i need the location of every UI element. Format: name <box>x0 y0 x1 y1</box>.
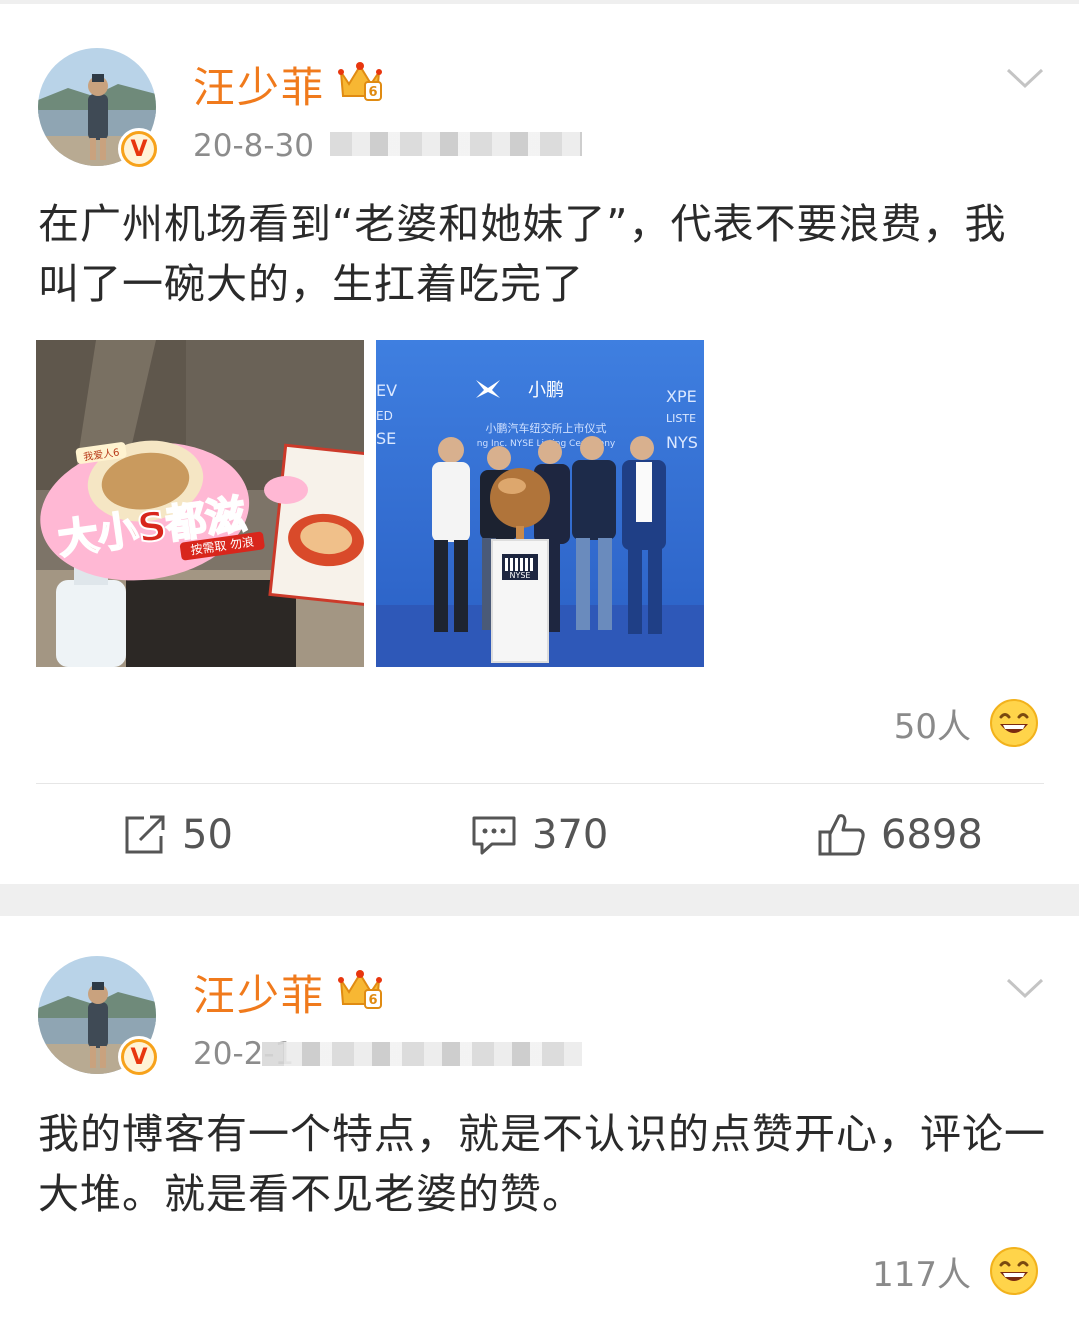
thumbs-up-icon <box>818 814 865 856</box>
edge-text-left-2: ED <box>376 409 393 423</box>
blurred-source-text <box>262 1042 582 1066</box>
laughing-emoji-icon <box>990 1247 1038 1295</box>
laughing-emoji-icon <box>990 699 1038 747</box>
comment-button[interactable]: 370 <box>470 812 608 858</box>
edge-text-right-3: NYS <box>666 433 698 452</box>
share-count: 50 <box>182 812 233 858</box>
comment-icon <box>472 816 516 855</box>
like-count: 6898 <box>881 812 983 858</box>
like-button[interactable]: 6898 <box>817 812 983 858</box>
reaction-summary[interactable]: 117人 <box>872 1246 1039 1296</box>
banner-line: 小鹏汽车纽交所上市仪式 <box>486 421 607 435</box>
comment-count: 370 <box>532 812 609 858</box>
verified-badge-icon: V <box>118 128 160 170</box>
post-text: 在广州机场看到“老婆和她妹了”，代表不要浪费，我叫了一碗大的，生扛着吃完了 <box>38 200 1007 308</box>
chevron-down-icon[interactable] <box>1005 976 1045 1002</box>
post-text: 我的博客有一个特点，就是不认识的点赞开心，评论一大堆。就是看不见老婆的赞。 <box>38 1110 1046 1218</box>
vip-crown-icon: 6 <box>338 970 382 1009</box>
edge-text-right-1: XPE <box>666 387 697 406</box>
share-icon <box>125 815 165 854</box>
edge-text-left-3: SE <box>376 429 396 448</box>
edge-text-right-2: LISTE <box>666 412 696 425</box>
post-image-nyse-ceremony[interactable]: 小鹏 小鹏汽车纽交所上市仪式 ng Inc. NYSE Listing Cere… <box>376 340 704 667</box>
blurred-source-text <box>330 132 582 156</box>
reaction-count: 117人 <box>872 1254 971 1295</box>
feed-separator <box>0 884 1079 916</box>
divider <box>36 783 1044 784</box>
reaction-count: 50人 <box>893 706 971 747</box>
post-card: V 汪少菲 6 20-2-1 我的博客有一个特点，就是不认识的点赞开心，评论一大… <box>0 916 1079 1321</box>
post-card: V 汪少菲 6 20-8-30 在广州机场看到“老婆和她妹了”，代表不要浪费，我… <box>0 0 1079 884</box>
crown-level: 6 <box>368 993 377 1008</box>
post-image-noodle-sign[interactable]: 我爱人6 大小S都滋 按需取 勿浪 <box>36 340 364 667</box>
reaction-summary[interactable]: 50人 <box>894 698 1039 748</box>
logo-text: 小鹏 <box>528 380 564 401</box>
username[interactable]: 汪少菲 <box>193 962 325 1023</box>
chevron-down-icon[interactable] <box>1005 66 1045 92</box>
edge-text-left-1: EV <box>376 381 397 400</box>
verified-badge-icon: V <box>118 1036 160 1078</box>
crown-level: 6 <box>368 85 377 100</box>
post-timestamp: 20-8-30 <box>193 128 314 164</box>
share-button[interactable]: 50 <box>122 812 233 858</box>
vip-crown-icon: 6 <box>338 62 382 101</box>
username[interactable]: 汪少菲 <box>193 54 325 115</box>
action-bar: 50 370 6898 <box>0 804 1079 874</box>
podium-text: NYSE <box>509 571 530 580</box>
